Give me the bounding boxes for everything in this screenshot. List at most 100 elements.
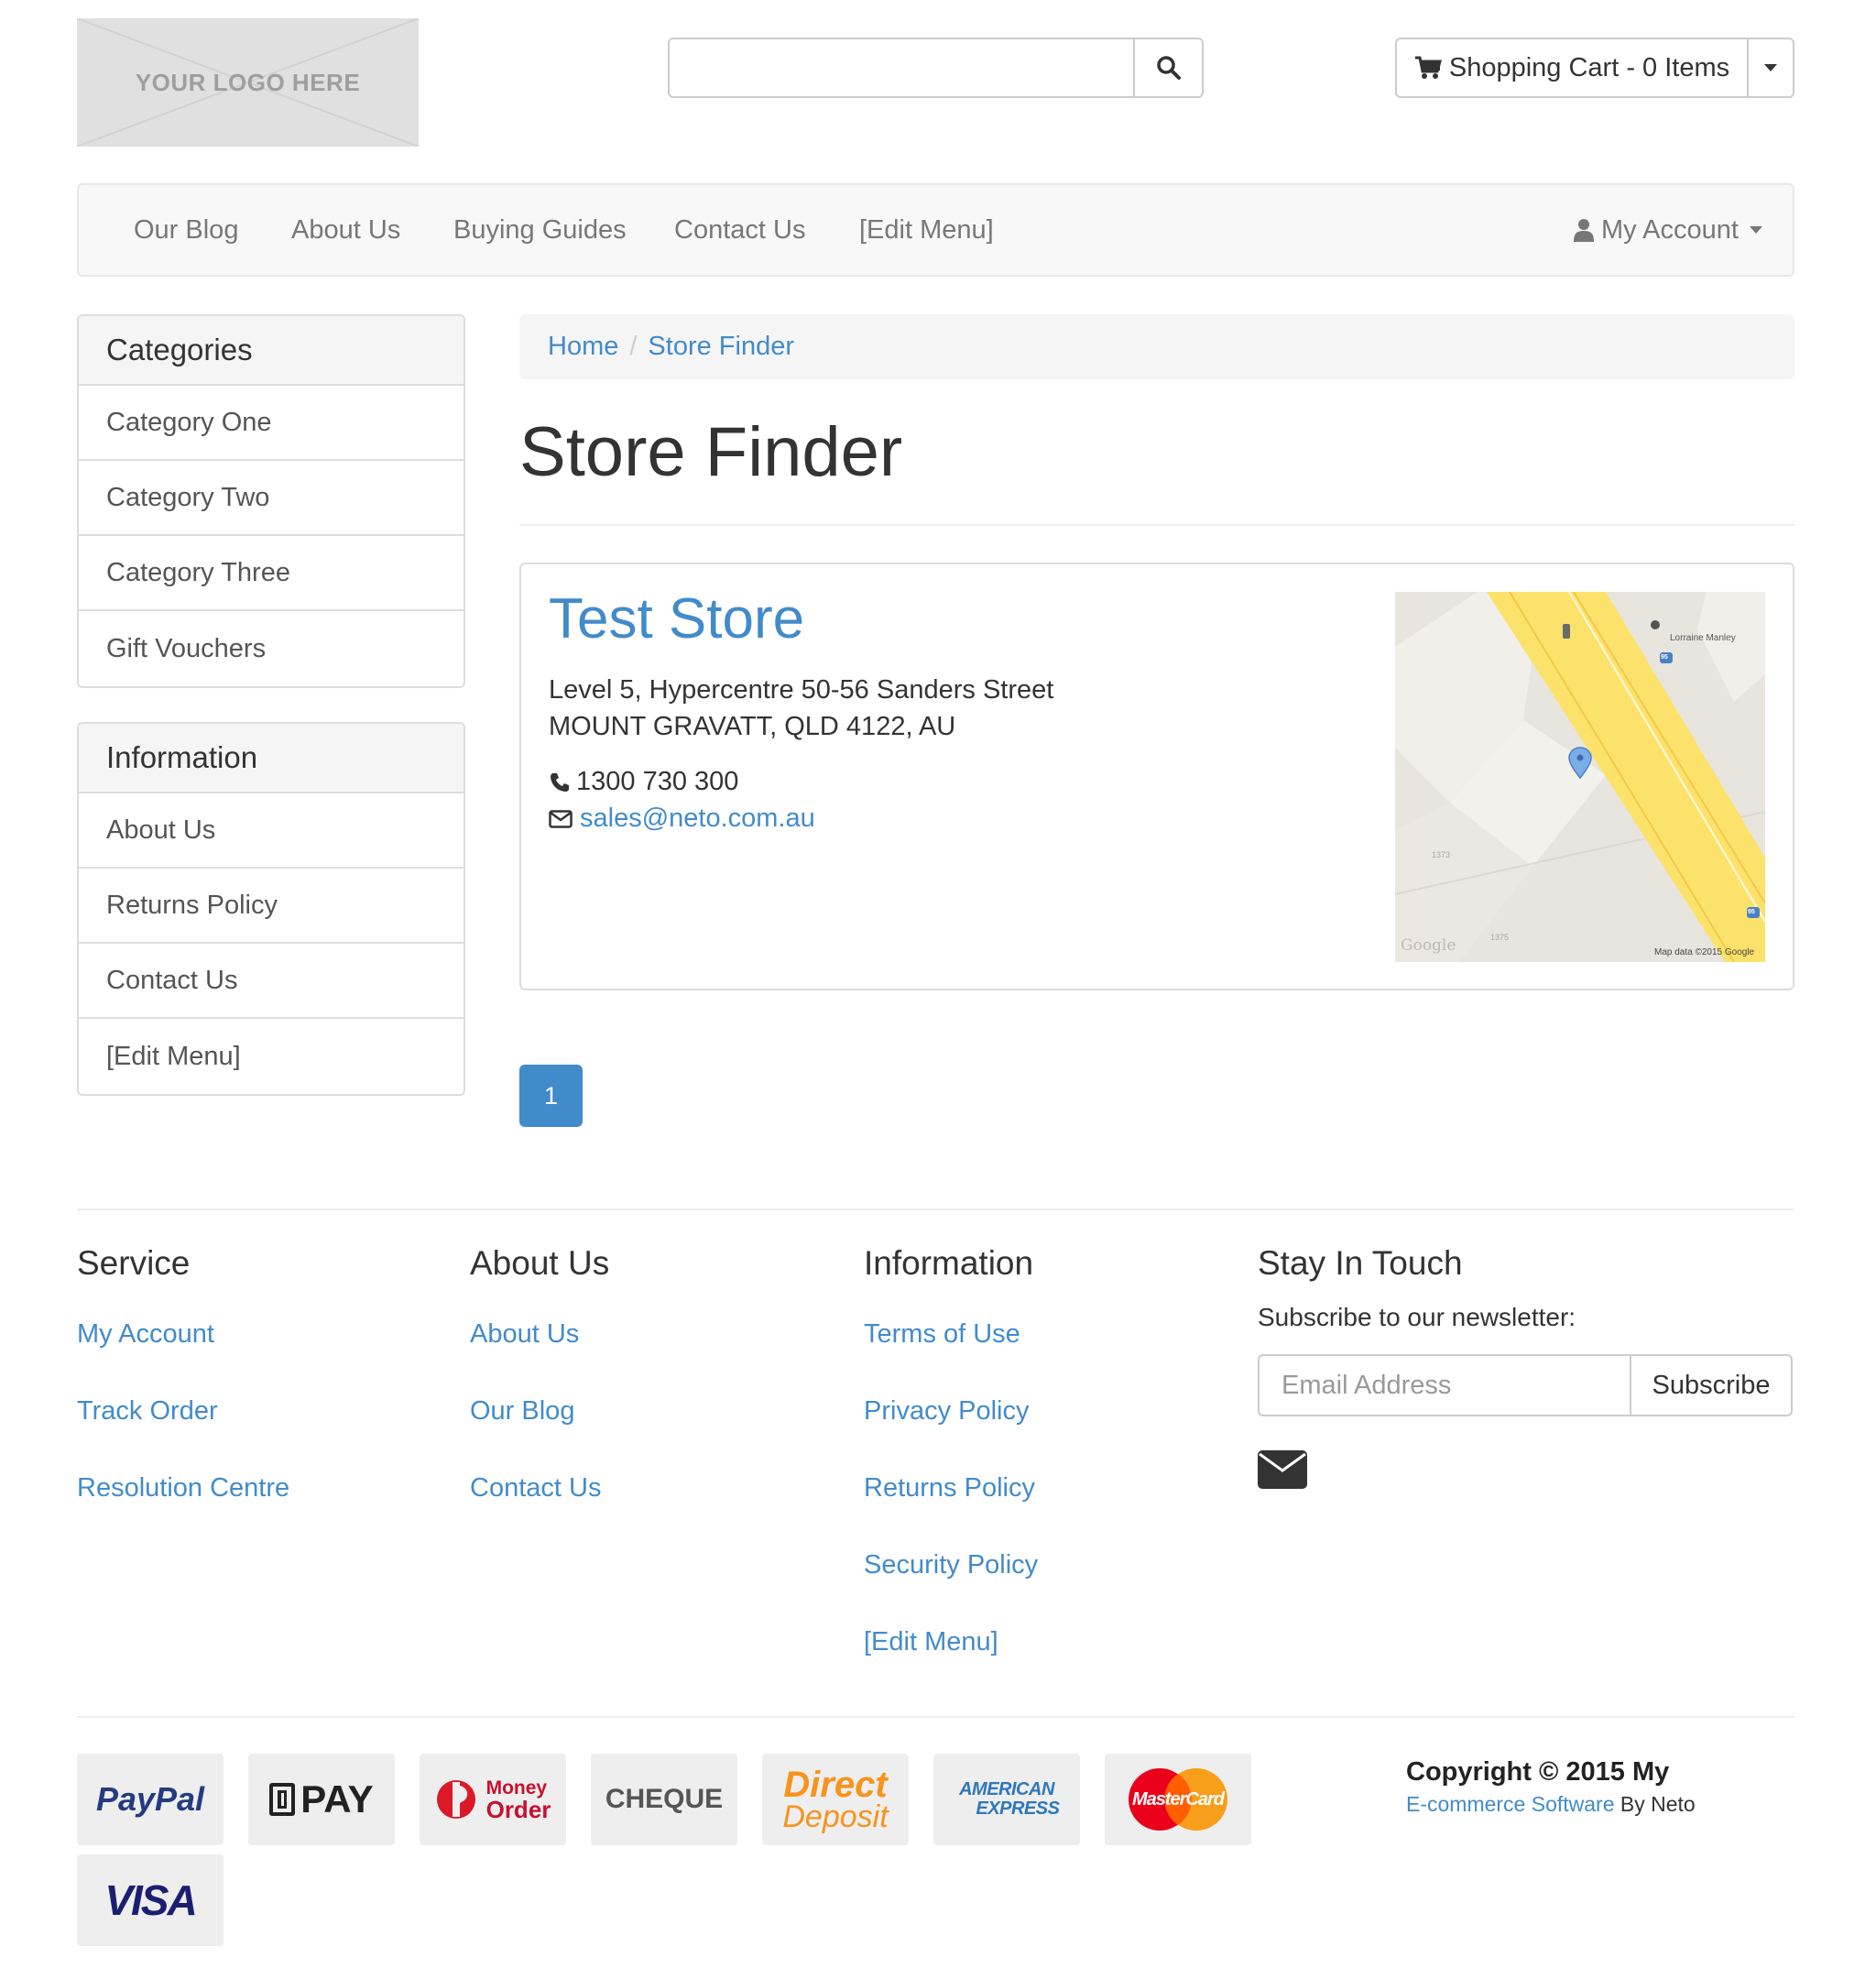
map-street-number: 1373 [1432, 850, 1451, 859]
breadcrumb-home[interactable]: Home [548, 332, 618, 362]
deposit-label: Deposit [782, 1799, 889, 1834]
footer-about-heading: About Us [470, 1244, 610, 1282]
breadcrumb-store-finder[interactable]: Store Finder [648, 332, 794, 362]
sidebar-item-category-two[interactable]: Category Two [79, 461, 464, 536]
nav-item-contact-us[interactable]: Contact Us [674, 185, 805, 275]
payment-money-order-badge: Money Order [420, 1754, 566, 1845]
caret-down-icon [1749, 226, 1762, 234]
information-panel: Information About Us Returns Policy Cont… [77, 722, 465, 1096]
search-icon [1156, 56, 1181, 80]
payment-cheque-badge: CHEQUE [591, 1754, 737, 1845]
sidebar-item-edit-menu[interactable]: [Edit Menu] [79, 1019, 464, 1094]
footer-stay-in-touch-heading: Stay In Touch [1258, 1244, 1463, 1282]
logo-text: YOUR LOGO HERE [135, 68, 361, 96]
footer-service-heading: Service [77, 1244, 191, 1282]
search-button[interactable] [1133, 38, 1204, 98]
payment-visa-badge: VISA [77, 1854, 224, 1946]
footer-link-contact-us[interactable]: Contact Us [470, 1473, 601, 1503]
payment-bpay-badge: PAY [248, 1754, 395, 1845]
footer-link-my-account[interactable]: My Account [77, 1319, 214, 1350]
money-order-line-2: Order [485, 1795, 551, 1823]
store-logo[interactable]: YOUR LOGO HERE [77, 18, 419, 147]
newsletter-label: Subscribe to our newsletter: [1258, 1303, 1576, 1331]
footer-divider [77, 1208, 1794, 1210]
map-image [1395, 592, 1765, 962]
footer-link-track-order[interactable]: Track Order [77, 1396, 218, 1427]
bpay-logo: PAY [300, 1777, 374, 1820]
money-order-text: Money Order [486, 1778, 551, 1821]
map-road-shield: 95 [1661, 654, 1668, 661]
cheque-label: CHEQUE [605, 1784, 724, 1814]
amex-line-2: EXPRESS [976, 1799, 1060, 1819]
store-phone: 1300 730 300 [549, 767, 738, 797]
store-name-link[interactable]: Test Store [549, 586, 804, 651]
footer-information-heading: Information [864, 1244, 1034, 1282]
cart-icon [1414, 56, 1442, 79]
nav-item-edit-menu[interactable]: [Edit Menu] [859, 185, 994, 275]
newsletter-envelope-icon[interactable] [1258, 1450, 1307, 1493]
user-icon [1574, 219, 1594, 242]
sidebar-item-gift-vouchers[interactable]: Gift Vouchers [79, 611, 464, 686]
footer-link-terms-of-use[interactable]: Terms of Use [864, 1319, 1020, 1350]
footer-link-edit-menu[interactable]: [Edit Menu] [864, 1627, 998, 1657]
sidebar-item-category-three[interactable]: Category Three [79, 536, 464, 611]
footer-link-our-blog[interactable]: Our Blog [470, 1396, 574, 1427]
direct-label: Direct [783, 1764, 888, 1805]
sidebar-item-contact-us[interactable]: Contact Us [79, 944, 464, 1019]
page-title: Store Finder [519, 413, 903, 491]
sidebar-item-about-us[interactable]: About Us [79, 793, 464, 869]
search-input[interactable] [668, 38, 1134, 98]
my-account-menu[interactable]: My Account [1574, 185, 1762, 275]
copyright-text: Copyright © 2015 My [1406, 1757, 1670, 1787]
my-account-label: My Account [1601, 214, 1739, 245]
information-heading: Information [79, 724, 464, 793]
ecommerce-software-link[interactable]: E-commerce Software [1406, 1792, 1615, 1816]
footer-link-security-policy[interactable]: Security Policy [864, 1550, 1038, 1580]
store-email: sales@neto.com.au [549, 804, 815, 834]
nav-item-buying-guides[interactable]: Buying Guides [453, 185, 627, 275]
store-address-line-1: Level 5, Hypercentre 50-56 Sanders Stree… [549, 675, 1054, 705]
categories-panel: Categories Category One Category Two Cat… [77, 314, 465, 688]
money-order-line-1: Money [485, 1777, 548, 1799]
cart-dropdown-toggle[interactable] [1747, 38, 1794, 98]
nav-item-our-blog[interactable]: Our Blog [134, 185, 238, 275]
auspost-icon [436, 1780, 475, 1819]
envelope-icon [549, 809, 573, 828]
store-email-link[interactable]: sales@neto.com.au [580, 804, 815, 834]
main-navbar: Our Blog About Us Buying Guides Contact … [77, 183, 1794, 277]
map-road-shield: 95 [1748, 909, 1755, 915]
payment-direct-deposit-badge: Direct Deposit [762, 1754, 909, 1845]
map-attribution: Map data ©2015 Google [1654, 947, 1755, 957]
store-phone-number: 1300 730 300 [576, 767, 739, 796]
cart-label: Shopping Cart - 0 Items [1448, 52, 1730, 82]
by-neto-text: By Neto [1614, 1792, 1696, 1816]
subscribe-button[interactable]: Subscribe [1630, 1354, 1793, 1416]
sidebar-item-returns-policy[interactable]: Returns Policy [79, 869, 464, 944]
amex-line-1: AMERICAN [959, 1779, 1054, 1799]
visa-logo: VISA [104, 1876, 197, 1924]
envelope-icon [1258, 1450, 1307, 1489]
traffic-light-icon [1563, 624, 1570, 639]
map-google-logo: Google [1401, 936, 1456, 955]
store-map[interactable]: Lorraine Manley 95 95 1373 1375 Google M… [1395, 592, 1765, 962]
sidebar-item-category-one[interactable]: Category One [79, 386, 464, 461]
breadcrumb: Home / Store Finder [519, 314, 1794, 379]
bpay-b-icon [269, 1783, 296, 1816]
footer-link-resolution-centre[interactable]: Resolution Centre [77, 1473, 289, 1503]
pagination-page-1[interactable]: 1 [519, 1065, 583, 1127]
map-street-number: 1375 [1490, 933, 1510, 942]
categories-heading: Categories [79, 316, 464, 386]
nav-item-about-us[interactable]: About Us [291, 185, 400, 275]
payment-amex-badge: AMERICAN EXPRESS [933, 1754, 1080, 1845]
footer-link-privacy-policy[interactable]: Privacy Policy [864, 1396, 1030, 1427]
mastercard-label: MasterCard [1131, 1788, 1225, 1810]
phone-icon [551, 772, 569, 792]
shopping-cart-button[interactable]: Shopping Cart - 0 Items [1395, 38, 1749, 98]
payment-mastercard-badge: MasterCard [1105, 1754, 1251, 1845]
newsletter-email-input[interactable] [1258, 1354, 1631, 1416]
footer-link-returns-policy[interactable]: Returns Policy [864, 1473, 1035, 1503]
payment-paypal-badge: PayPal [77, 1754, 224, 1845]
footer-link-about-us[interactable]: About Us [470, 1319, 579, 1350]
store-address-line-2: MOUNT GRAVATT, QLD 4122, AU [549, 712, 956, 741]
credit-text: E-commerce Software By Neto [1406, 1792, 1696, 1817]
